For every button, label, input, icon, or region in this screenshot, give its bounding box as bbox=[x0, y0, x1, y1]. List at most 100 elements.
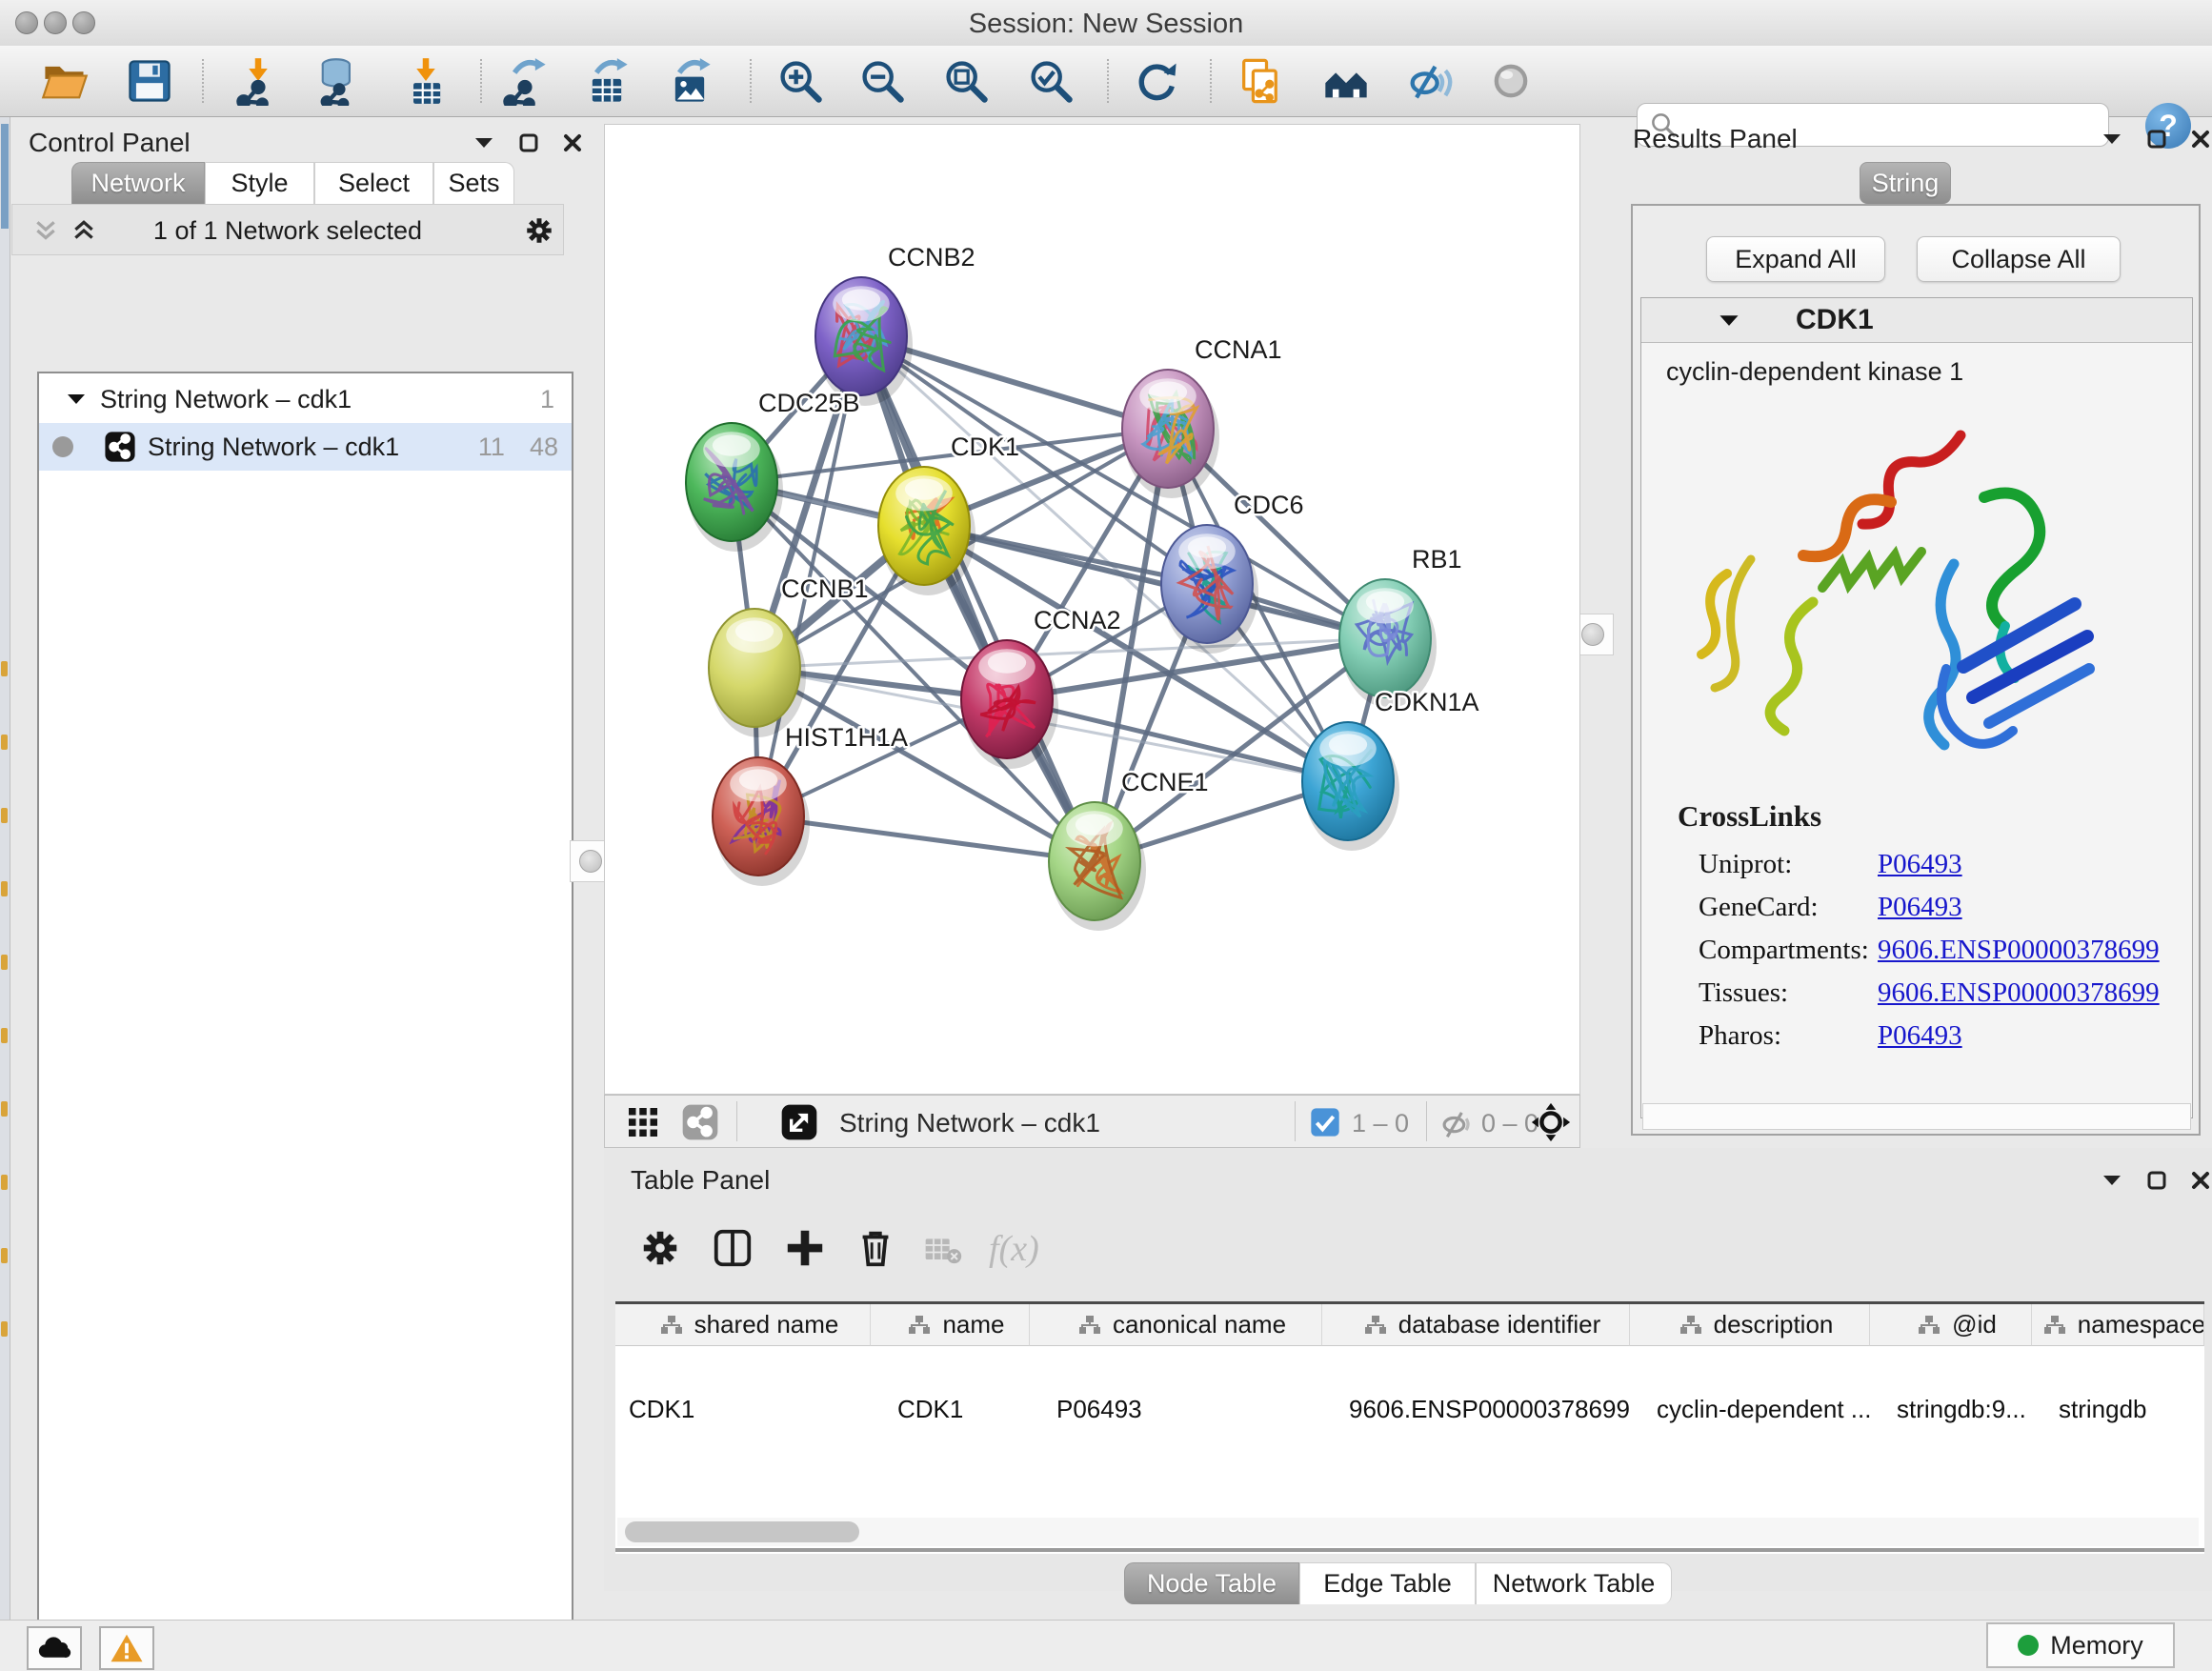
crosslink-tissues-link[interactable]: 9606.ENSP00000378699 bbox=[1878, 977, 2160, 1009]
float-panel-icon[interactable] bbox=[2147, 130, 2166, 149]
network-node-CCNA2[interactable] bbox=[961, 640, 1058, 769]
table-panel: Table Panel f(x) bbox=[604, 1148, 2212, 1591]
collapse-panel-icon[interactable] bbox=[2101, 1173, 2122, 1188]
tab-edge-table[interactable]: Edge Table bbox=[1299, 1562, 1476, 1604]
network-node-HIST1H1A[interactable] bbox=[713, 757, 810, 886]
tab-node-table[interactable]: Node Table bbox=[1124, 1562, 1299, 1604]
export-network-button[interactable] bbox=[498, 54, 552, 108]
tab-network-table[interactable]: Network Table bbox=[1476, 1562, 1672, 1604]
move-crosshair-icon[interactable] bbox=[1531, 1102, 1571, 1142]
table-cell[interactable]: P06493 bbox=[1030, 1388, 1322, 1430]
table-cell[interactable]: 9606.ENSP00000378699 bbox=[1322, 1388, 1630, 1430]
table-cell[interactable]: CDK1 bbox=[871, 1388, 1030, 1430]
network-edge-count: 48 bbox=[530, 433, 558, 462]
column-header-4[interactable]: description bbox=[1630, 1304, 1870, 1346]
column-header-2[interactable]: canonical name bbox=[1030, 1304, 1322, 1346]
selected-checkbox-icon[interactable] bbox=[1310, 1107, 1340, 1137]
table-cell[interactable]: stringdb bbox=[2032, 1388, 2204, 1430]
column-header-0[interactable]: shared name bbox=[615, 1304, 871, 1346]
refresh-button[interactable] bbox=[1130, 54, 1183, 108]
collapse-panel-icon[interactable] bbox=[473, 135, 494, 151]
table-cell[interactable]: CDK1 bbox=[615, 1388, 871, 1430]
column-header-1[interactable]: name bbox=[871, 1304, 1030, 1346]
collapse-all-button[interactable]: Collapse All bbox=[1917, 236, 2121, 282]
import-network-file-button[interactable] bbox=[231, 54, 285, 108]
close-panel-icon[interactable] bbox=[563, 133, 582, 152]
export-image-button[interactable] bbox=[663, 54, 716, 108]
network-node-CDC6[interactable] bbox=[1161, 525, 1258, 654]
table-settings-gear-icon[interactable] bbox=[638, 1226, 682, 1270]
tab-string[interactable]: String bbox=[1860, 162, 1951, 204]
export-table-button[interactable] bbox=[580, 54, 633, 108]
network-view-toolbar: String Network – cdk1 1 – 0 0 – 0 bbox=[604, 1095, 1580, 1148]
node-label-CCNA2: CCNA2 bbox=[1034, 606, 1121, 634]
network-collection-row[interactable]: String Network – cdk1 1 bbox=[39, 375, 572, 423]
tab-style[interactable]: Style bbox=[205, 162, 314, 204]
network-node-CDKN1A[interactable] bbox=[1302, 722, 1399, 851]
network-node-CCNB2[interactable] bbox=[815, 277, 913, 406]
expand-all-button[interactable]: Expand All bbox=[1706, 236, 1885, 282]
collection-expander-icon[interactable] bbox=[66, 392, 87, 407]
tab-sets[interactable]: Sets bbox=[433, 162, 514, 204]
network-node-CCNB1[interactable] bbox=[709, 609, 806, 737]
float-panel-icon[interactable] bbox=[2147, 1171, 2166, 1190]
crosslink-uniprot-link[interactable]: P06493 bbox=[1878, 849, 1962, 880]
crosslink-pharos-link[interactable]: P06493 bbox=[1878, 1020, 1962, 1052]
tab-select[interactable]: Select bbox=[314, 162, 433, 204]
close-panel-icon[interactable] bbox=[2191, 1171, 2210, 1190]
network-row[interactable]: String Network – cdk1 11 48 bbox=[39, 423, 572, 471]
show-columns-icon[interactable] bbox=[711, 1226, 754, 1270]
crosslink-genecard-link[interactable]: P06493 bbox=[1878, 892, 1962, 923]
node-section-header[interactable]: CDK1 bbox=[1641, 298, 2192, 343]
network-view-canvas[interactable]: CCNB2CCNA1CDC25BCDK1CDC6RB1CCNB1CCNA2CDK… bbox=[604, 124, 1580, 1095]
column-header-6[interactable]: namespace bbox=[2032, 1304, 2204, 1346]
import-table-file-button[interactable] bbox=[399, 54, 452, 108]
tab-network[interactable]: Network bbox=[71, 162, 205, 204]
table-hscroll-track[interactable] bbox=[617, 1518, 2199, 1546]
table-cell[interactable]: cyclin-dependent ... bbox=[1630, 1388, 1870, 1430]
show-eye-button[interactable] bbox=[1484, 54, 1538, 108]
table-cell[interactable]: stringdb:9... bbox=[1870, 1388, 2032, 1430]
collapse-panel-icon[interactable] bbox=[2101, 131, 2122, 147]
section-expander-icon[interactable] bbox=[1718, 312, 1740, 329]
zoom-out-button[interactable] bbox=[855, 54, 909, 108]
table-hscroll-thumb[interactable] bbox=[625, 1521, 859, 1542]
open-session-button[interactable] bbox=[38, 54, 91, 108]
delete-column-trash-icon[interactable] bbox=[854, 1226, 897, 1270]
network-node-CCNE1[interactable] bbox=[1049, 802, 1146, 931]
crosslink-label: Pharos: bbox=[1699, 1020, 1878, 1052]
open-in-window-icon[interactable] bbox=[780, 1103, 818, 1141]
save-icon bbox=[125, 56, 174, 106]
hide-glasses-button[interactable] bbox=[1402, 54, 1456, 108]
results-scroll-track[interactable] bbox=[1642, 1103, 2191, 1130]
status-bar: Memory bbox=[0, 1620, 2212, 1671]
hidden-eye-slash-icon[interactable] bbox=[1438, 1105, 1474, 1141]
window-title: Session: New Session bbox=[0, 9, 2212, 40]
cloud-button[interactable] bbox=[27, 1626, 82, 1670]
zoom-fit-button[interactable] bbox=[939, 54, 993, 108]
memory-button[interactable]: Memory bbox=[1986, 1622, 2175, 1668]
add-column-icon[interactable] bbox=[783, 1226, 827, 1270]
grid-view-icon[interactable] bbox=[626, 1105, 660, 1139]
float-panel-icon[interactable] bbox=[519, 133, 538, 152]
column-header-5[interactable]: @id bbox=[1870, 1304, 2032, 1346]
cloud-icon bbox=[37, 1636, 71, 1661]
network-graph[interactable]: CCNB2CCNA1CDC25BCDK1CDC6RB1CCNB1CCNA2CDK… bbox=[605, 125, 1579, 1094]
collection-label: String Network – cdk1 bbox=[100, 385, 352, 414]
warnings-button[interactable] bbox=[99, 1626, 154, 1670]
zoom-selected-button[interactable] bbox=[1024, 54, 1077, 108]
copy-network-documents-button[interactable] bbox=[1234, 54, 1287, 108]
network-options-gear-icon[interactable] bbox=[523, 214, 555, 247]
zoom-in-button[interactable] bbox=[774, 54, 827, 108]
string-homes-button[interactable] bbox=[1319, 54, 1373, 108]
save-session-button[interactable] bbox=[123, 54, 176, 108]
column-header-3[interactable]: database identifier bbox=[1322, 1304, 1630, 1346]
close-panel-icon[interactable] bbox=[2191, 130, 2210, 149]
network-bullet bbox=[52, 436, 73, 457]
toolbar-separator bbox=[1295, 1101, 1296, 1141]
string-share-button-icon[interactable] bbox=[681, 1103, 719, 1141]
node-table[interactable]: shared namenamecanonical namedatabase id… bbox=[615, 1301, 2204, 1554]
crosslink-compartments-link[interactable]: 9606.ENSP00000378699 bbox=[1878, 935, 2160, 966]
import-network-database-button[interactable] bbox=[312, 54, 365, 108]
memory-label: Memory bbox=[2050, 1631, 2143, 1661]
